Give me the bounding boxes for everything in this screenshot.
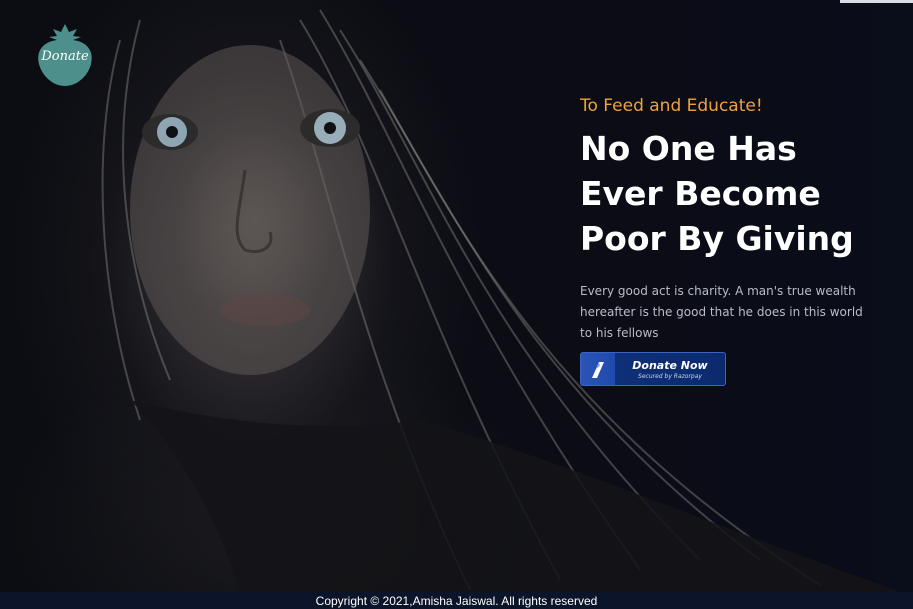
hero-text: To Feed and Educate! No One Has Ever Bec… <box>580 92 880 344</box>
hero-tagline: To Feed and Educate! <box>580 96 763 116</box>
page: Donate To Feed and Educate! No One Has E… <box>0 0 913 609</box>
donate-now-button[interactable]: Donate Now Secured by Razorpay <box>580 352 726 386</box>
window-top-strip <box>840 0 913 3</box>
hero-description: Every good act is charity. A man's true … <box>580 284 863 340</box>
donate-button-sublabel: Secured by Razorpay <box>638 373 702 380</box>
donate-logo[interactable]: Donate <box>36 22 94 88</box>
logo-label: Donate <box>41 49 89 64</box>
donate-button-label: Donate Now <box>632 359 708 372</box>
footer-copyright: Copyright © 2021,Amisha Jaiswal. All rig… <box>0 592 913 609</box>
hero-headline: No One Has Ever Become Poor By Giving <box>580 129 854 258</box>
razorpay-icon <box>592 362 604 378</box>
